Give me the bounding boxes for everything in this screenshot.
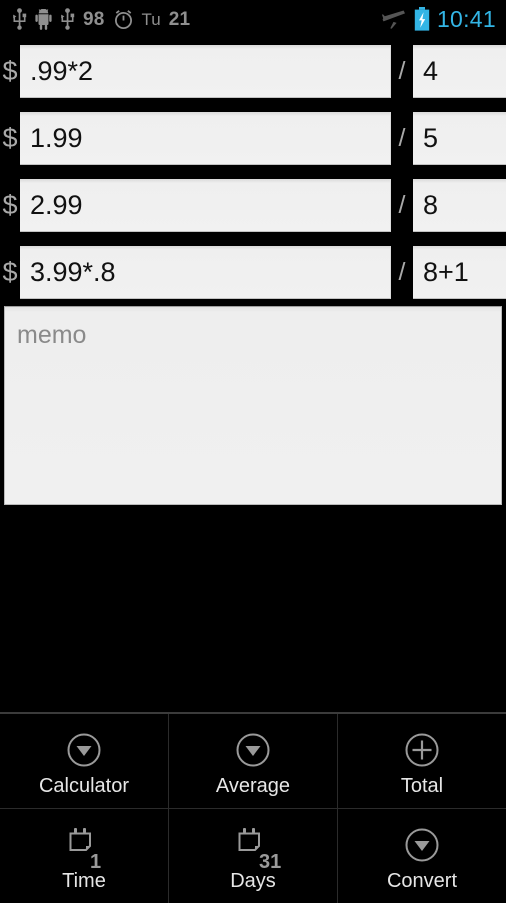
usb-icon	[12, 8, 27, 30]
quantity-input[interactable]	[413, 246, 506, 299]
status-bar: 98 Tu 21 10:41	[0, 0, 506, 38]
calendar-icon: 1	[67, 827, 101, 872]
price-input[interactable]	[20, 45, 391, 98]
calendar-badge: 1	[90, 850, 102, 873]
status-bar-left: 98 Tu 21	[12, 8, 382, 30]
price-input[interactable]	[20, 246, 391, 299]
circle-plus-icon	[404, 730, 440, 770]
circle-chevron-down-icon	[66, 730, 102, 770]
memo-input[interactable]	[4, 306, 502, 505]
alarm-clock-icon	[113, 9, 134, 30]
table-row: $ / $37.38/100	[0, 172, 506, 239]
divider-symbol: /	[398, 124, 406, 152]
toolbar-item-label: Average	[215, 775, 291, 797]
status-day-label: Tu	[141, 9, 161, 29]
toolbar-item-average[interactable]: Average	[169, 714, 338, 808]
status-bar-right: 10:41	[381, 5, 496, 32]
toolbar-row-secondary: 1 Time 31 Days Convert	[0, 809, 506, 903]
toolbar-item-total[interactable]: Total	[338, 714, 506, 808]
toolbar-item-label: Days	[230, 870, 276, 892]
toolbar-item-convert[interactable]: Convert	[338, 809, 506, 903]
toolbar-item-time[interactable]: 1 Time	[0, 809, 169, 903]
quantity-input[interactable]	[413, 112, 506, 165]
price-rows-list: $ / $49.50/100 $ / $39.80/100	[0, 38, 506, 306]
currency-symbol: $	[2, 257, 18, 287]
currency-symbol: $	[2, 190, 18, 220]
table-row: $ / $35.47/100	[0, 239, 506, 306]
calendar-badge: 31	[259, 850, 282, 873]
table-row: $ / $39.80/100	[0, 105, 506, 172]
circle-chevron-down-icon	[235, 730, 271, 770]
currency-symbol: $	[2, 56, 18, 86]
divider-symbol: /	[398, 258, 406, 286]
divider-symbol: /	[398, 191, 406, 219]
currency-symbol: $	[2, 123, 18, 153]
circle-chevron-down-icon	[404, 825, 440, 865]
toolbar-item-calculator[interactable]: Calculator	[0, 714, 169, 808]
android-debug-icon	[35, 8, 52, 30]
usb-icon	[60, 8, 75, 30]
divider-symbol: /	[398, 57, 406, 85]
battery-percent-label: 98	[83, 8, 105, 30]
quantity-input[interactable]	[413, 179, 506, 232]
memo-container	[4, 306, 502, 505]
toolbar-row-primary: Calculator Average Total	[0, 714, 506, 809]
status-clock: 10:41	[436, 5, 496, 32]
toolbar-item-label: Total	[400, 775, 444, 797]
battery-charging-icon	[414, 7, 430, 31]
toolbar-item-label: Calculator	[38, 775, 130, 797]
toolbar-item-label: Convert	[386, 870, 458, 892]
quantity-input[interactable]	[413, 45, 506, 98]
bottom-toolbar: Calculator Average Total 1 Time 31 Days …	[0, 712, 506, 903]
toolbar-item-days[interactable]: 31 Days	[169, 809, 338, 903]
price-input[interactable]	[20, 112, 391, 165]
status-date-label: 21	[168, 8, 191, 30]
calendar-icon: 31	[236, 827, 281, 872]
airplane-mode-icon	[381, 8, 407, 30]
app-root: 98 Tu 21 10:41 $ .99*2 / 4 $ 1.99 / 5 $ …	[0, 0, 506, 903]
table-row: $ / $49.50/100	[0, 38, 506, 105]
price-input[interactable]	[20, 179, 391, 232]
toolbar-item-label: Time	[62, 870, 106, 892]
